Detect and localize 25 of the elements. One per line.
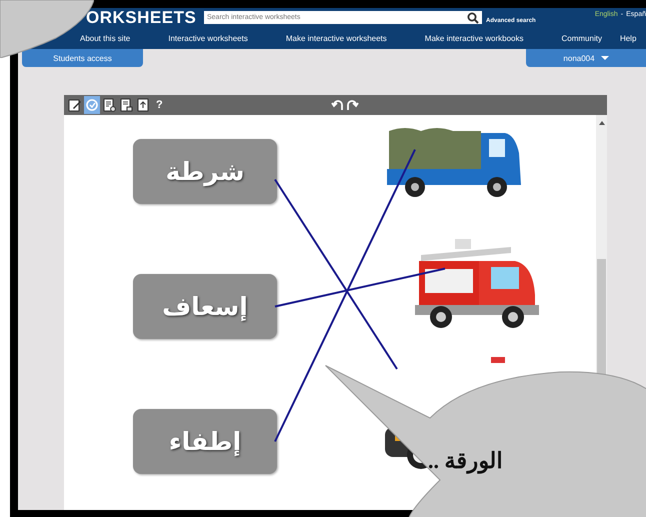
search-icon bbox=[467, 12, 479, 24]
site-logo[interactable]: ORKSHEETS bbox=[86, 8, 204, 28]
help-button[interactable]: ? bbox=[152, 99, 167, 111]
upload-icon bbox=[136, 98, 150, 112]
edit-icon bbox=[68, 98, 82, 112]
document-icon bbox=[102, 98, 116, 112]
nav-link[interactable]: About this site bbox=[80, 34, 130, 42]
undo-icon bbox=[331, 98, 344, 110]
nav-link[interactable]: Community bbox=[562, 34, 602, 42]
scroll-up-arrow-icon bbox=[599, 121, 605, 125]
nav-link[interactable]: Interactive worksheets bbox=[168, 34, 248, 42]
nav-link[interactable]: Make interactive workbooks bbox=[424, 34, 524, 42]
callout-text: الورقة .. bbox=[428, 448, 502, 474]
nav-link[interactable]: Help bbox=[620, 34, 636, 42]
document-icon bbox=[119, 98, 133, 112]
students-access-tab[interactable]: Students access bbox=[22, 49, 143, 67]
check-icon bbox=[85, 98, 99, 112]
caret-icon bbox=[600, 56, 609, 60]
redo-icon bbox=[346, 98, 359, 110]
toolbar-button[interactable] bbox=[135, 96, 151, 114]
toolbar-button[interactable] bbox=[101, 96, 117, 114]
user-menu[interactable]: nona004 bbox=[526, 49, 646, 67]
nav-link[interactable]: Make interactive worksheets bbox=[286, 34, 387, 42]
username: nona004 bbox=[563, 54, 595, 62]
toolbar-button[interactable] bbox=[118, 96, 134, 114]
